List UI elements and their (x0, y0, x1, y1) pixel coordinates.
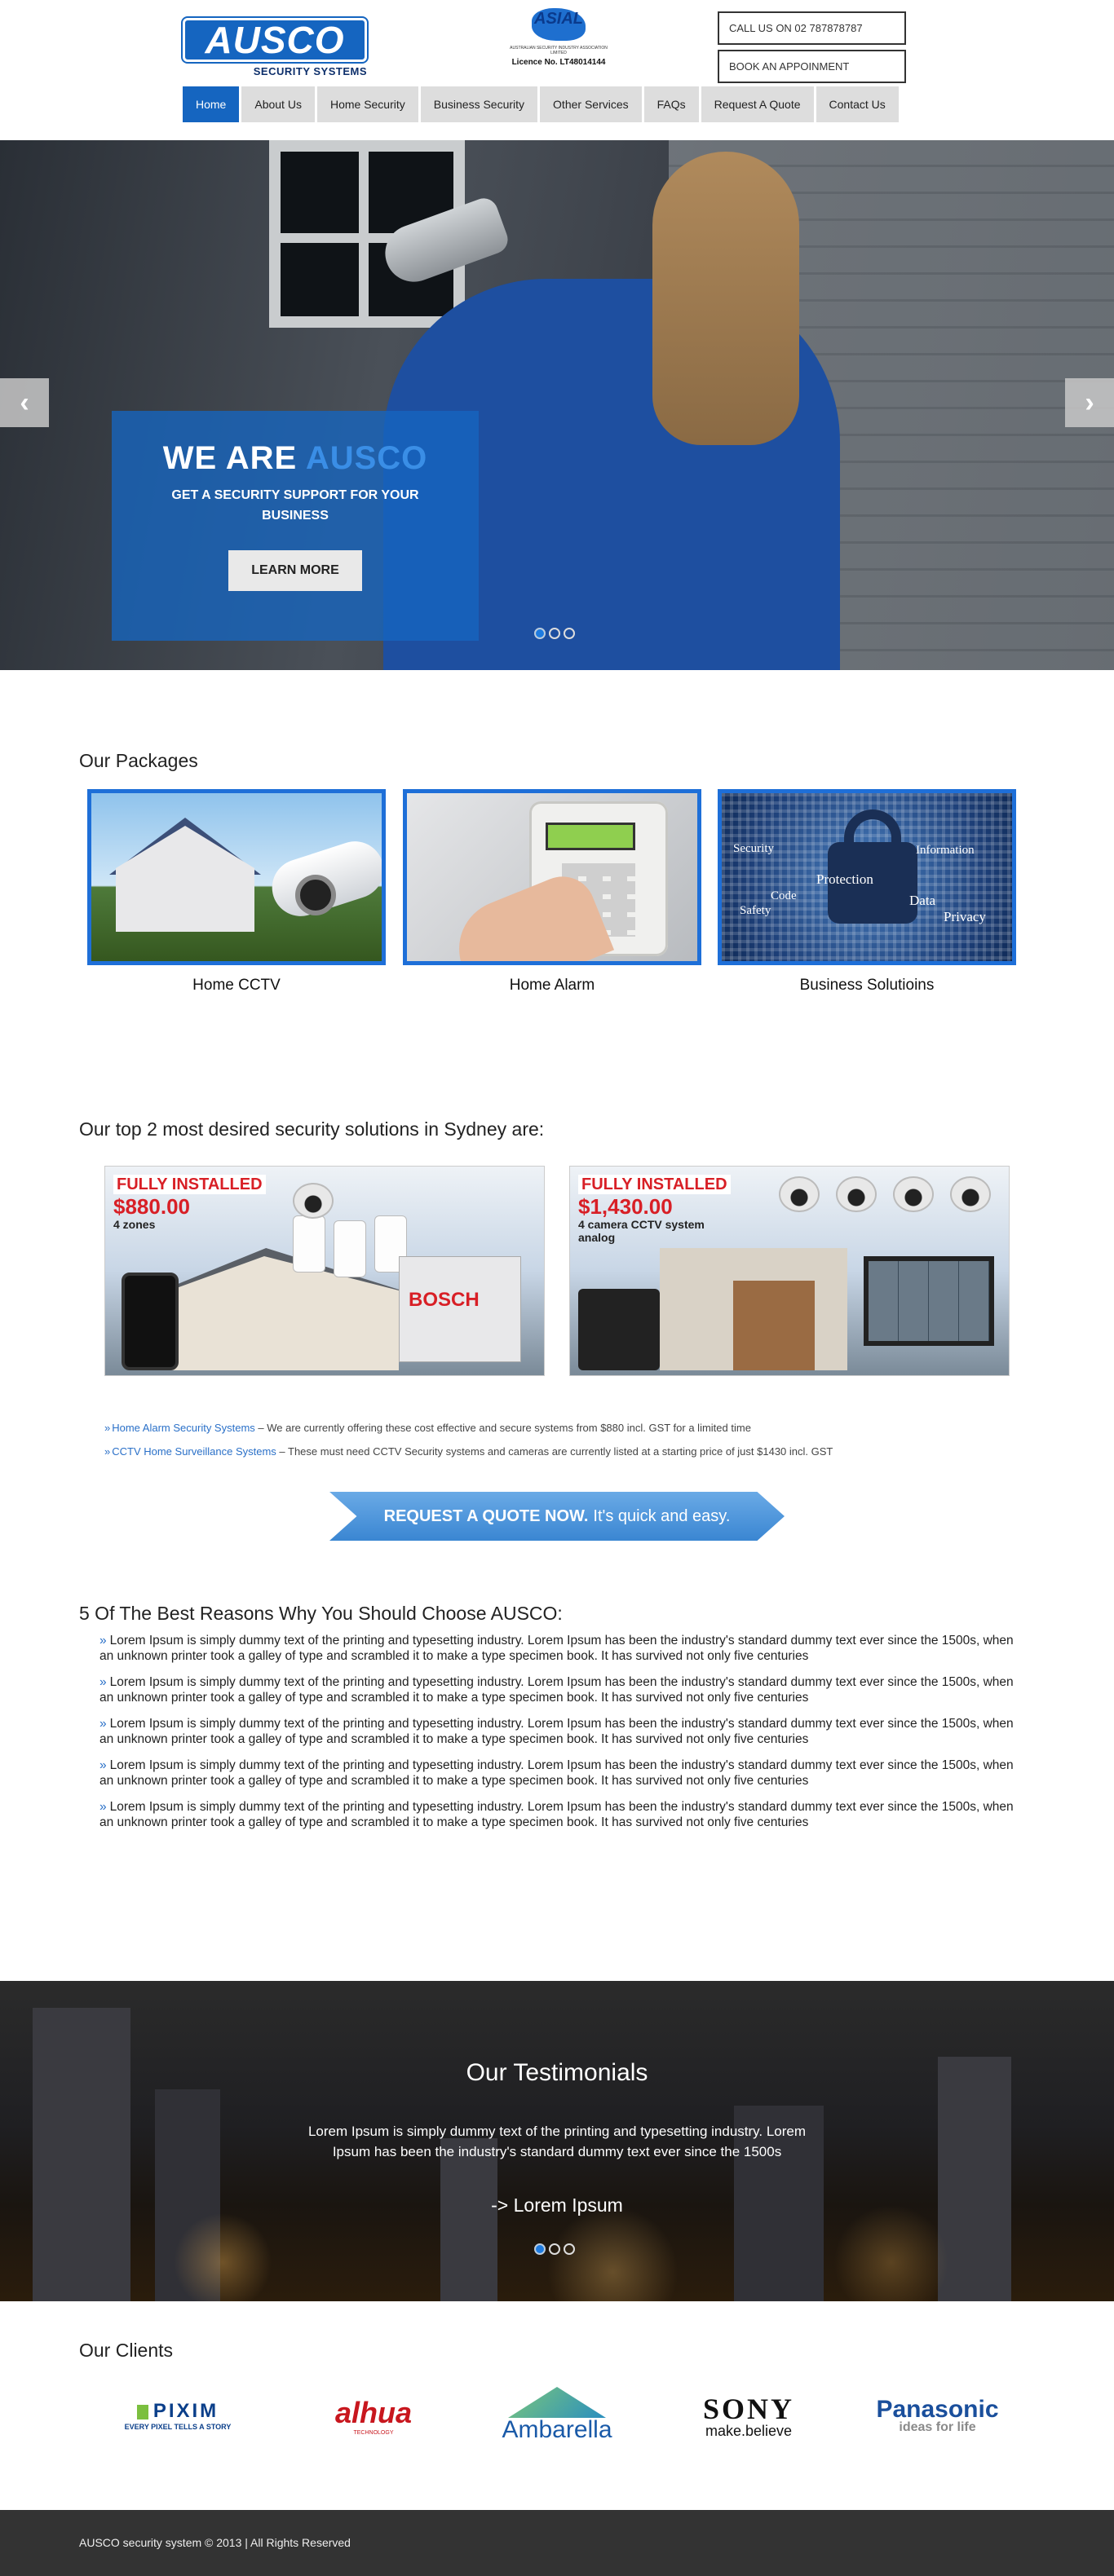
logo-text: AUSCO (205, 19, 345, 61)
site-header: AUSCO SECURITY SYSTEMS ASIAL AUSTRALIAN … (0, 0, 1114, 140)
main-nav: Home About Us Home Security Business Sec… (183, 86, 899, 122)
hero-caption: WE ARE AUSCO GET A SECURITY SUPPORT FOR … (112, 411, 479, 641)
ambarella-mark-icon (508, 2387, 606, 2418)
tablet-devices-icon (578, 1289, 660, 1370)
client-logo-panasonic: Panasonic ideas for life (876, 2396, 999, 2434)
client-logo-sony: SONY make.believe (702, 2392, 795, 2439)
licence-number: Licence No. LT48014144 (511, 58, 606, 67)
list-item: » Lorem Ipsum is simply dummy text of the… (99, 1800, 1014, 1829)
list-item: » CCTV Home Surveillance Systems – These … (104, 1445, 833, 1458)
smartphone-icon (122, 1273, 179, 1370)
hero-title: WE ARE AUSCO (162, 440, 428, 476)
package-image (403, 789, 701, 965)
package-label: Home CCTV (192, 977, 281, 994)
promo-home-alarm[interactable]: BOSCH FULLY INSTALLED $880.00 4 zones (104, 1166, 545, 1376)
solutions-list: » Home Alarm Security Systems – We are cu… (104, 1422, 1001, 1469)
reasons-title: 5 Of The Best Reasons Why You Should Cho… (79, 1603, 563, 1624)
packages-title: Our Packages (79, 750, 198, 771)
client-logo-dahua: alhua TECHNOLOGY (334, 2395, 413, 2436)
asial-badge: ASIAL AUSTRALIAN SECURITY INDUSTRY ASSOC… (506, 5, 612, 72)
site-footer: AUSCO security system © 2013 | All Right… (0, 2510, 1114, 2576)
nav-about-us[interactable]: About Us (241, 86, 315, 122)
promo-cctv[interactable]: FULLY INSTALLED $1,430.00 4 camera CCTV … (569, 1166, 1010, 1376)
copyright-text: AUSCO security system © 2013 | All Right… (79, 2536, 351, 2549)
chevron-left-icon: ‹ (20, 386, 29, 418)
slider-dot[interactable] (534, 628, 546, 639)
nav-faqs[interactable]: FAQs (643, 86, 699, 122)
slider-dot[interactable] (549, 2243, 560, 2255)
slider-dot[interactable] (564, 628, 575, 639)
top-solutions-title: Our top 2 most desired security solution… (79, 1118, 545, 1140)
hero-slider-dots (534, 628, 575, 639)
asial-text: ASIAL (534, 10, 583, 28)
testimonial-author: -> Lorem Ipsum (491, 2194, 623, 2216)
promo-heading: FULLY INSTALLED $1,430.00 4 camera CCTV … (578, 1175, 731, 1243)
nav-home[interactable]: Home (183, 86, 240, 122)
list-item: » Lorem Ipsum is simply dummy text of the… (99, 1758, 1014, 1788)
hero-title-accent: AUSCO (305, 440, 428, 476)
ausco-logo[interactable]: AUSCO SECURITY SYSTEMS (183, 18, 367, 78)
list-item: » Lorem Ipsum is simply dummy text of the… (99, 1675, 1014, 1705)
package-business-solutions[interactable]: Security Code Safety Protection Informat… (718, 789, 1016, 995)
reasons-list: » Lorem Ipsum is simply dummy text of the… (99, 1633, 1019, 1841)
request-quote-button[interactable]: REQUEST A QUOTE NOW. It's quick and easy. (329, 1492, 785, 1541)
list-item: » Lorem Ipsum is simply dummy text of the… (99, 1717, 1014, 1746)
call-us-button[interactable]: CALL US ON 02 787878787 (718, 11, 906, 45)
clients-title: Our Clients (79, 2340, 174, 2361)
testimonial-quote: Lorem Ipsum is simply dummy text of the … (307, 2124, 807, 2159)
cctv-surveillance-link[interactable]: CCTV Home Surveillance Systems (112, 1445, 276, 1458)
package-label: Business Solutioins (799, 977, 935, 994)
hero-slider: ‹ › WE ARE AUSCO GET A SECURITY SUPPORT … (0, 140, 1114, 670)
testimonial-slider-dots (534, 2243, 575, 2255)
nav-contact-us[interactable]: Contact Us (816, 86, 899, 122)
list-item: » Home Alarm Security Systems – We are cu… (104, 1422, 751, 1434)
list-item: » Lorem Ipsum is simply dummy text of the… (99, 1634, 1014, 1663)
package-home-cctv[interactable]: Home CCTV (87, 789, 386, 995)
logo-mark: AUSCO (183, 18, 367, 62)
asial-logo: ASIAL (524, 5, 594, 44)
package-label: Home Alarm (509, 977, 595, 994)
testimonials-title: Our Testimonials (466, 2059, 648, 2086)
slider-next-button[interactable]: › (1065, 378, 1114, 427)
bosch-brand: BOSCH (409, 1289, 480, 1311)
hero-person-hair (652, 152, 799, 445)
learn-more-button[interactable]: LEARN MORE (228, 550, 362, 591)
book-appointment-button[interactable]: BOOK AN APPOINMENT (718, 50, 906, 83)
nav-request-quote[interactable]: Request A Quote (701, 86, 814, 122)
logo-subtitle: SECURITY SYSTEMS (253, 65, 367, 77)
slider-dot[interactable] (564, 2243, 575, 2255)
asial-caption: AUSTRALIAN SECURITY INDUSTRY ASSOCIATION… (510, 46, 608, 55)
package-image: Security Code Safety Protection Informat… (718, 789, 1016, 965)
slider-dot[interactable] (549, 628, 560, 639)
hero-subtitle: GET A SECURITY SUPPORT FOR YOUR BUSINESS (171, 488, 419, 523)
nav-home-security[interactable]: Home Security (316, 86, 418, 122)
package-image (87, 789, 386, 965)
slider-prev-button[interactable]: ‹ (0, 378, 49, 427)
client-logo-pixim: PIXIM EVERY PIXEL TELLS A STORY (124, 2400, 232, 2431)
slider-dot[interactable] (534, 2243, 546, 2255)
nav-business-security[interactable]: Business Security (420, 86, 538, 122)
nav-other-services[interactable]: Other Services (540, 86, 642, 122)
package-home-alarm[interactable]: Home Alarm (403, 789, 701, 995)
testimonials-section: Our Testimonials Lorem Ipsum is simply d… (0, 1981, 1114, 2301)
promo-heading: FULLY INSTALLED $880.00 4 zones (113, 1175, 266, 1230)
client-logo-ambarella: Ambarella (488, 2387, 626, 2444)
chevron-right-icon: › (1085, 386, 1094, 418)
home-alarm-link[interactable]: Home Alarm Security Systems (112, 1422, 255, 1434)
